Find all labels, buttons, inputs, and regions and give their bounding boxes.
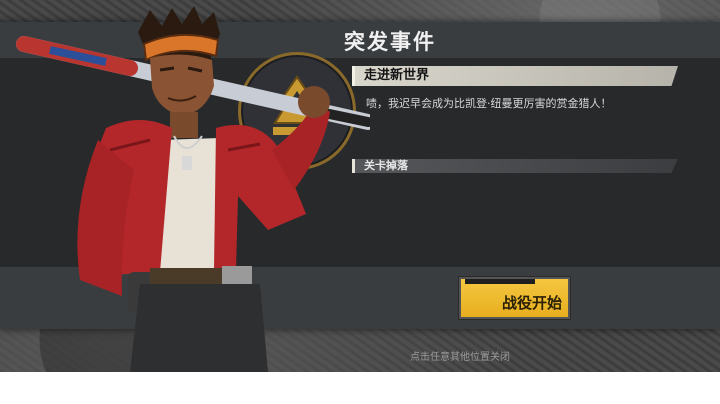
drops-header: 关卡掉落	[352, 159, 678, 173]
close-hint: 点击任意其他位置关闭	[410, 352, 510, 363]
character-portrait	[16, 6, 370, 372]
start-battle-label: 战役开始	[501, 294, 562, 312]
stage-description: 啧，我迟早会成为比凯登·纽曼更厉害的赏金猎人！	[366, 97, 612, 110]
drops-label: 关卡掉落	[364, 159, 408, 172]
start-battle-button[interactable]: 战役开始	[458, 276, 571, 320]
stage-name-header: 走进新世界	[352, 66, 678, 86]
stage-name: 走进新世界	[364, 68, 430, 83]
button-tag-strip	[465, 279, 535, 284]
